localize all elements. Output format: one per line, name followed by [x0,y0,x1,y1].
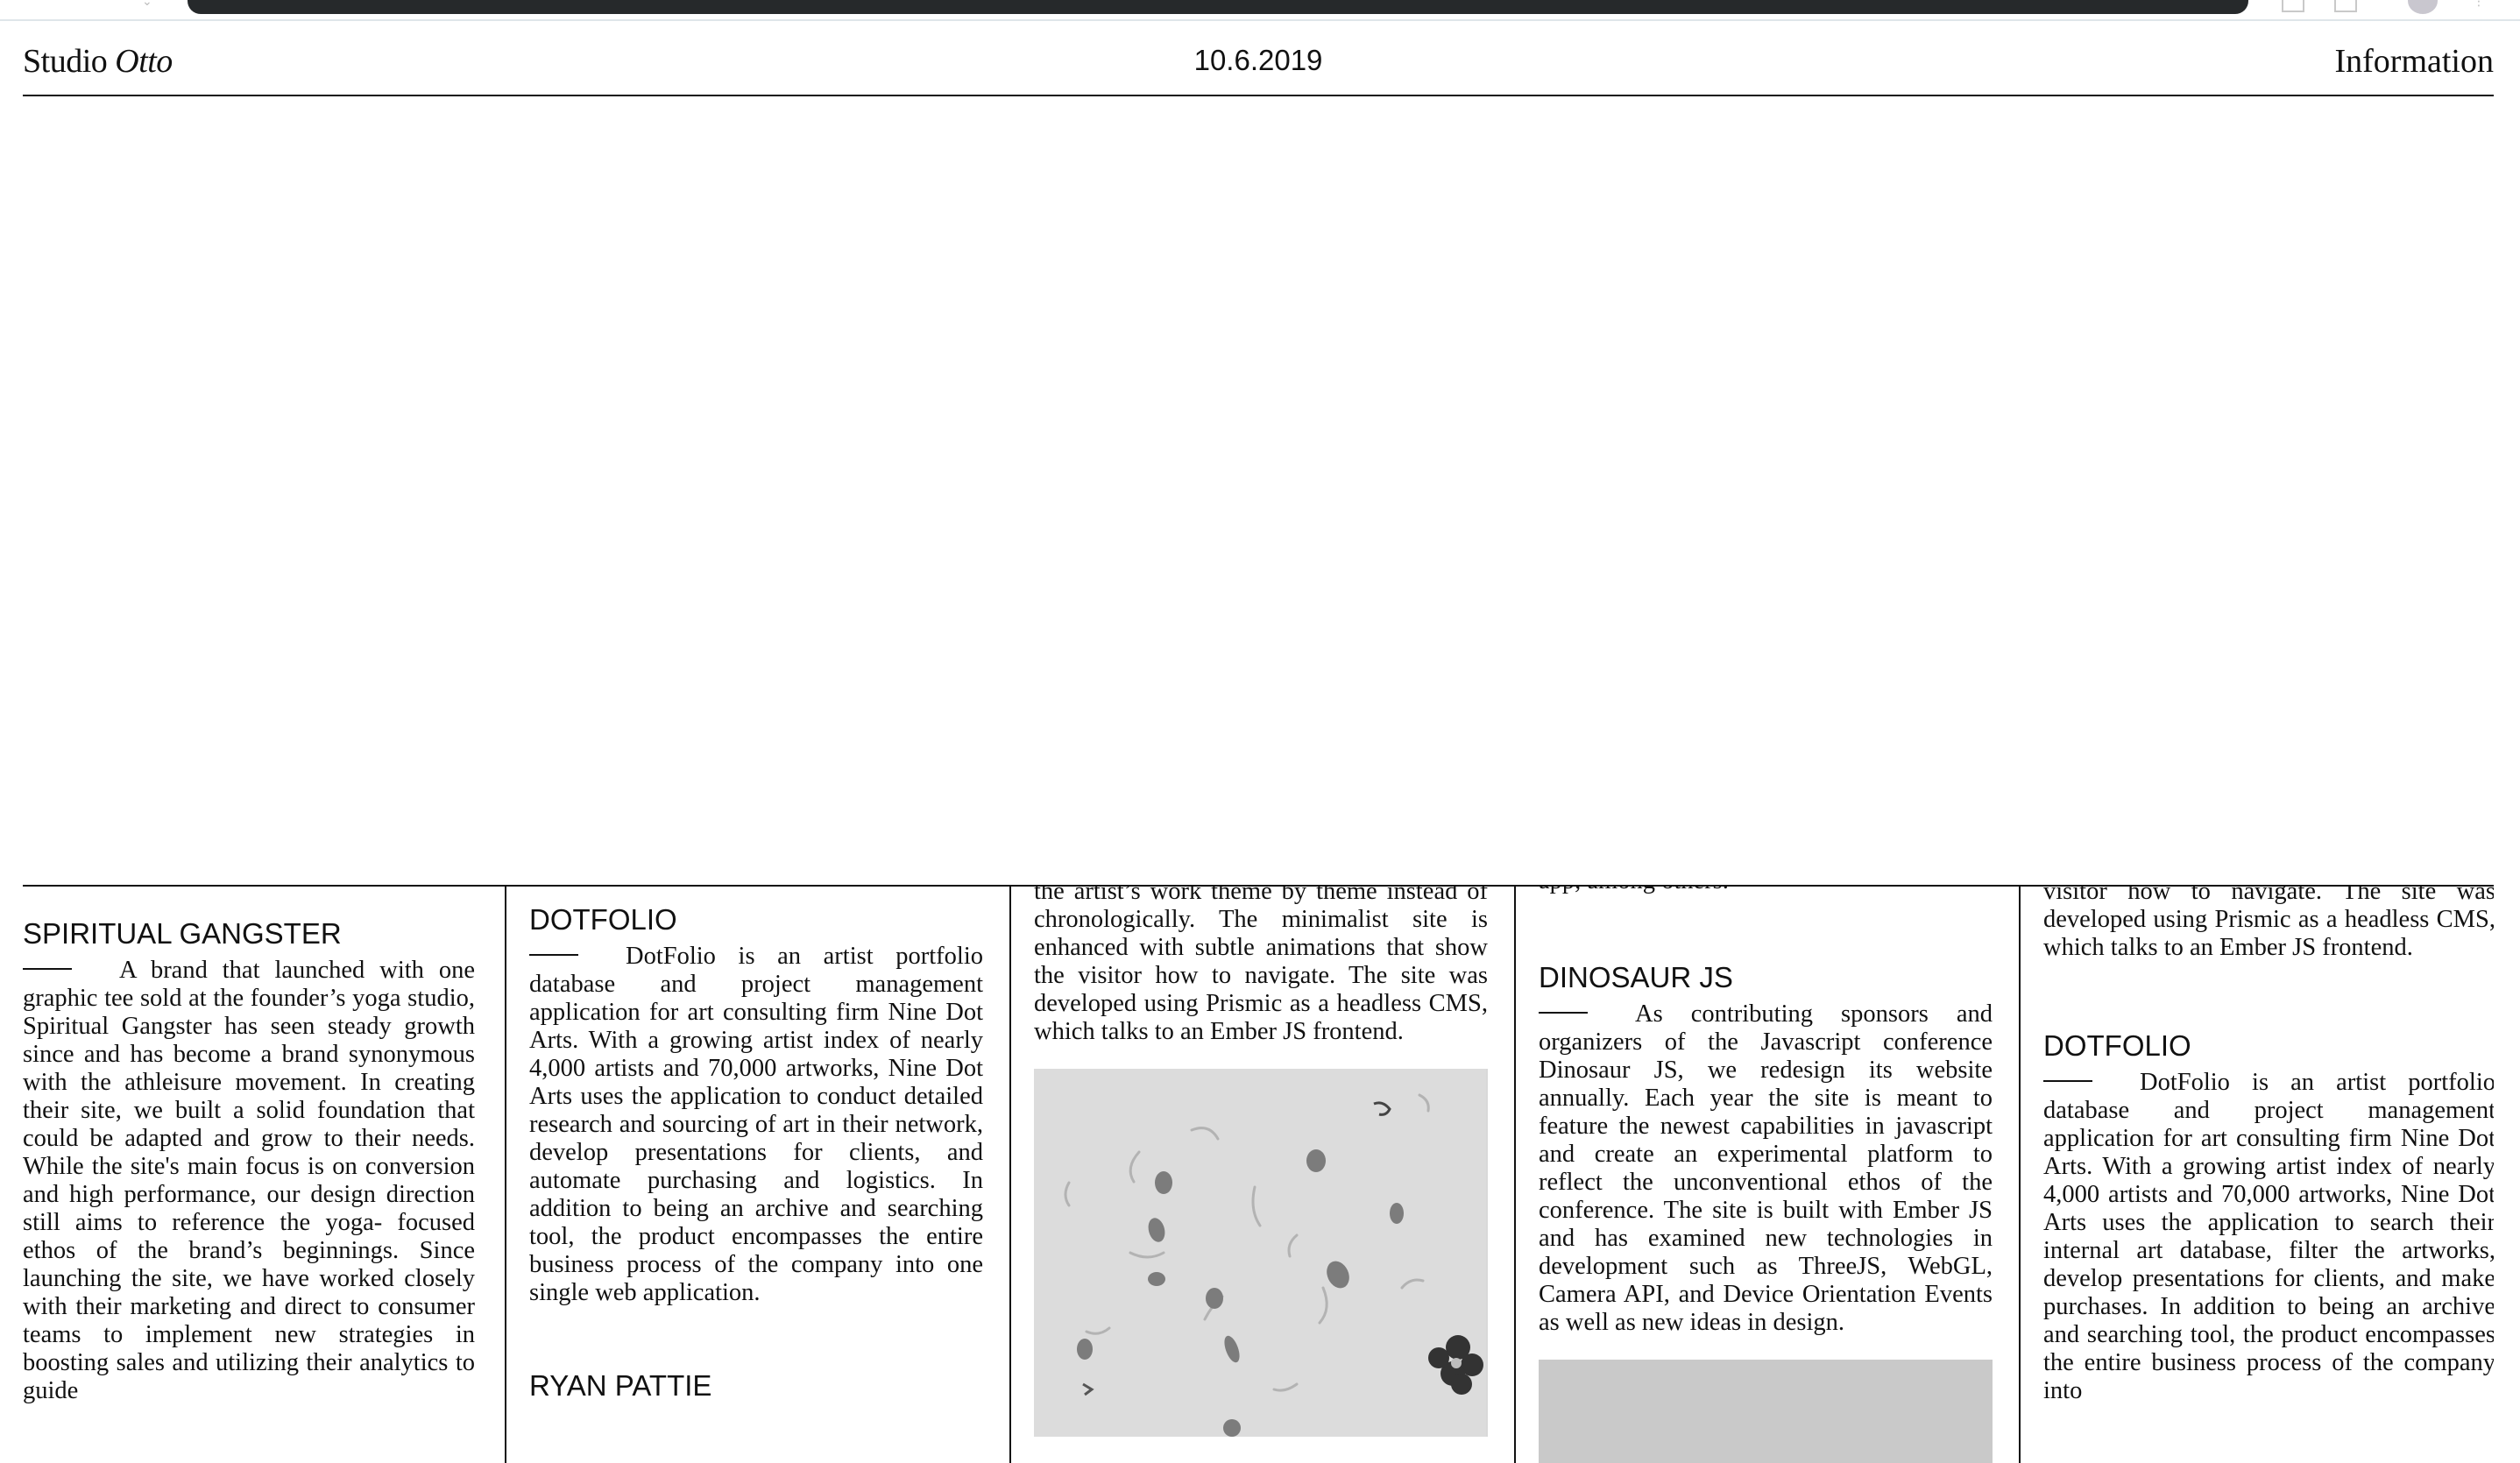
project-description-text: As contributing sponsors and organizers … [1539,1000,1993,1336]
project-description-text: A brand that launched with one graphic t… [23,957,475,1404]
project-description-text: DotFolio is an artist portfolio database… [529,943,983,1306]
menu-icon[interactable]: ⌄ [142,0,154,9]
organism-scatter-illustration-icon[interactable] [1034,1069,1488,1437]
brand-name-italic: Otto [115,43,173,80]
project-description-text: DotFolio is an artist portfolio database… [2043,1069,2494,1404]
project-description: A brand that launched with one graphic t… [23,957,475,1405]
project-description: DotFolio is an artist portfolio database… [2043,1069,2494,1405]
dash-rule [2043,1080,2092,1083]
project-column-2: DOTFOLIO DotFolio is an artist portfolio… [505,887,1009,1463]
site-header: Studio Otto 10.6.2019 Information [23,32,2494,96]
project-column-1: SPIRITUAL GANGSTER A brand that launched… [23,887,475,1463]
dash-rule [529,954,578,957]
brand-name: Studio [23,43,116,80]
address-bar[interactable] [188,0,2248,14]
browser-toolbar: ⌄ ⋮ [0,0,2520,21]
dash-rule [1539,1012,1588,1014]
project-description: DotFolio is an artist portfolio database… [529,943,983,1307]
profile-avatar[interactable] [2408,0,2438,14]
project-title-dinosaur-js[interactable]: DINOSAUR JS [1539,960,1993,995]
project-description: As contributing sponsors and organizers … [1539,1000,1993,1337]
project-title-spiritual-gangster[interactable]: SPIRITUAL GANGSTER [23,916,475,951]
project-column-5: visitor how to navigate. The site was de… [2019,887,2494,1463]
continued-description: the artist’s work theme by theme instead… [1034,887,1488,1045]
continued-description: visitor how to navigate. The site was de… [2043,887,2494,961]
project-grid: SPIRITUAL GANGSTER A brand that launched… [23,885,2494,1463]
organism-scatter-illustration [1034,1069,1486,1437]
date-label: 10.6.2019 [1193,44,1323,76]
dash-rule [23,968,72,971]
information-link[interactable]: Information [2334,42,2494,81]
brand-logo[interactable]: Studio Otto [23,42,173,81]
project-title-ryan-pattie[interactable]: RYAN PATTIE [529,1368,983,1403]
project-title-dotfolio[interactable]: DOTFOLIO [529,902,983,937]
project-title-dotfolio[interactable]: DOTFOLIO [2043,1028,2494,1064]
project-column-4: app, among others. DINOSAUR JS As contri… [1514,887,2019,1463]
extensions-icon[interactable] [2334,0,2357,12]
continued-description: app, among others. [1539,887,1993,895]
more-icon[interactable]: ⋮ [2473,0,2485,9]
project-column-3: the artist’s work theme by theme instead… [1009,887,1514,1463]
bookmark-icon[interactable] [2282,0,2304,12]
gray-placeholder-image-icon[interactable] [1539,1360,1993,1463]
